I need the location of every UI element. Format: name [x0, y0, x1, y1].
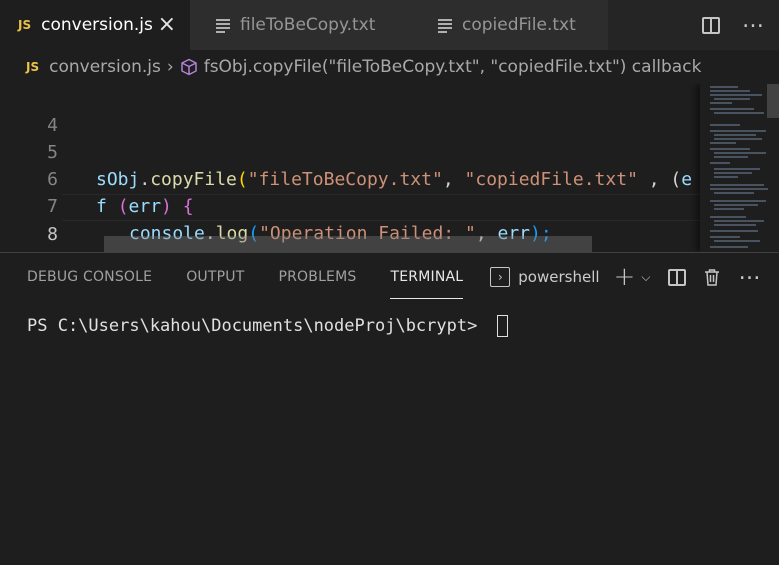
minimap-slider[interactable] — [767, 84, 779, 118]
bottom-panel: DEBUG CONSOLE OUTPUT PROBLEMS TERMINAL ›… — [0, 252, 779, 565]
js-file-icon: JS — [18, 18, 32, 32]
symbol-cube-icon — [180, 58, 197, 76]
chevron-down-icon[interactable]: ⌵ — [641, 270, 650, 285]
breadcrumb-file[interactable]: conversion.js — [49, 57, 161, 77]
split-terminal-icon[interactable] — [668, 268, 687, 286]
tab-filetobecopy-txt[interactable]: fileToBeCopy.txt — [190, 0, 412, 50]
split-editor-icon[interactable] — [702, 16, 720, 34]
trash-icon[interactable] — [704, 268, 720, 286]
minimap[interactable] — [700, 84, 779, 252]
terminal-icon: › — [490, 267, 511, 287]
close-icon[interactable]: × — [158, 14, 176, 36]
panel-actions: + ⌵ … — [614, 262, 762, 291]
text-file-icon — [216, 19, 230, 33]
tab-debug-console[interactable]: DEBUG CONSOLE — [27, 253, 152, 301]
more-actions-icon[interactable]: … — [738, 262, 761, 284]
code-line: 7 console.log("Operation Failed: ", err)… — [0, 166, 700, 244]
code-line: 8 — [0, 194, 700, 245]
terminal-name: powershell — [518, 268, 600, 286]
tab-label: conversion.js — [41, 15, 153, 35]
tab-conversion-js[interactable]: JS conversion.js × — [0, 0, 190, 50]
new-terminal-icon[interactable]: + — [614, 264, 636, 290]
tab-output[interactable]: OUTPUT — [186, 253, 244, 301]
editor-actions: … — [702, 0, 779, 50]
breadcrumb-symbol[interactable]: fsObj.copyFile("fileToBeCopy.txt", "copi… — [204, 57, 702, 77]
editor-tab-bar: JS conversion.js × fileToBeCopy.txt copi… — [0, 0, 779, 50]
text-file-icon — [438, 19, 452, 33]
chevron-right-icon: › — [166, 57, 174, 77]
tab-label: copiedFile.txt — [462, 15, 576, 35]
code-editor[interactable]: 4 5 sObj.copyFile("fileToBeCopy.txt", "c… — [0, 84, 779, 252]
more-actions-icon[interactable]: … — [742, 10, 765, 32]
tab-copiedfile-txt[interactable]: copiedFile.txt — [412, 0, 608, 50]
horizontal-scrollbar[interactable] — [104, 236, 592, 252]
tab-label: fileToBeCopy.txt — [240, 15, 376, 35]
code-line: 4 — [0, 85, 700, 136]
terminal-output[interactable]: PS C:\Users\kahou\Documents\nodeProj\bcr… — [27, 315, 508, 337]
terminal-prompt: PS C:\Users\kahou\Documents\nodeProj\bcr… — [27, 316, 488, 336]
code-line: 6 f (err) { — [0, 139, 700, 217]
breadcrumb: JS conversion.js › fsObj.copyFile("fileT… — [0, 50, 779, 84]
tab-problems[interactable]: PROBLEMS — [278, 253, 356, 301]
panel-tab-bar: DEBUG CONSOLE OUTPUT PROBLEMS TERMINAL ›… — [0, 253, 779, 301]
code-line: 5 sObj.copyFile("fileToBeCopy.txt", "cop… — [0, 112, 700, 190]
terminal-selector[interactable]: › powershell — [490, 267, 600, 287]
js-file-icon: JS — [26, 60, 40, 74]
terminal-cursor — [496, 315, 508, 337]
tab-terminal[interactable]: TERMINAL — [390, 253, 463, 301]
